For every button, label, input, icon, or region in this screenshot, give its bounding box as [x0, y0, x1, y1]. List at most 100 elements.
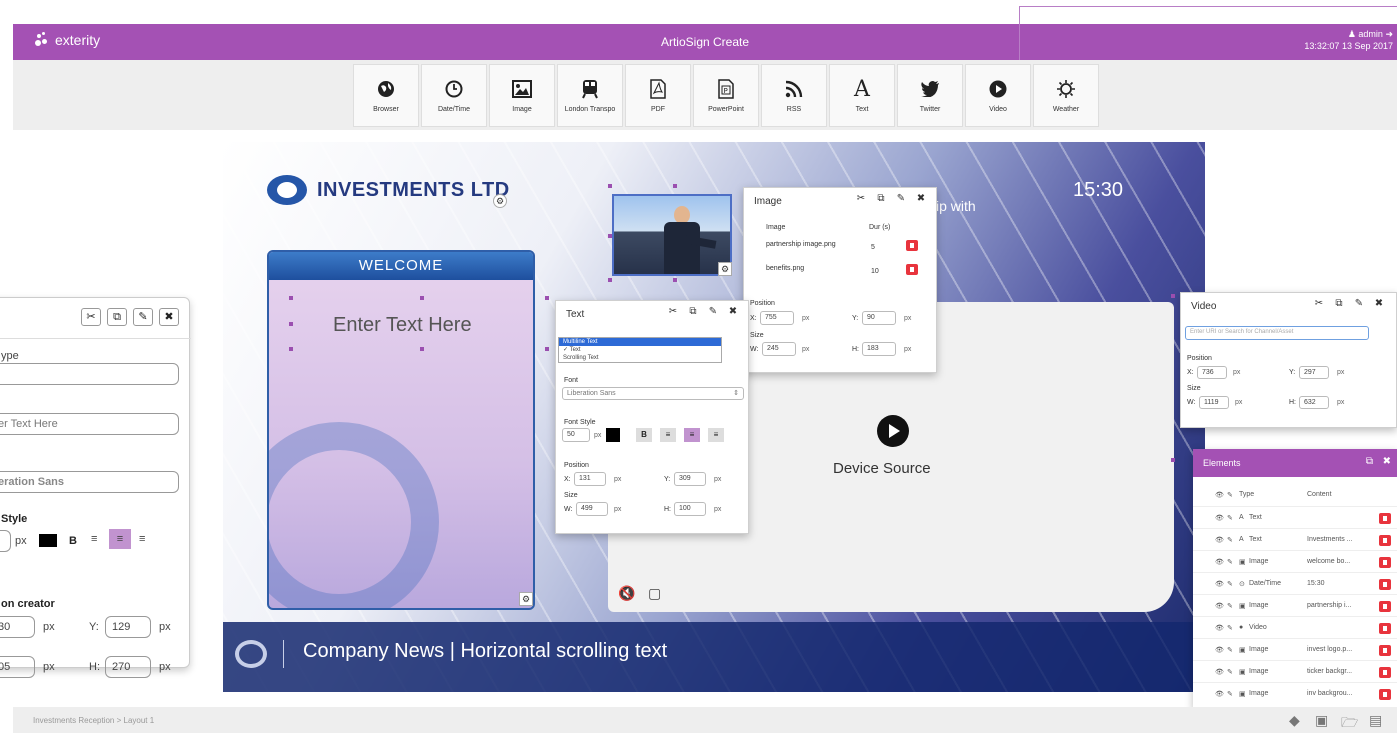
h-input[interactable]: 270	[105, 656, 151, 678]
font-select[interactable]: eration Sans	[0, 471, 179, 493]
edit-icon[interactable]: ✎	[1227, 514, 1233, 522]
edit-icon[interactable]: ✎	[894, 193, 908, 204]
tool-browser[interactable]: Browser	[353, 64, 419, 127]
edit-icon[interactable]: ✎	[1227, 668, 1233, 676]
align-right-icon[interactable]: ≡	[708, 428, 724, 442]
tool-datetime[interactable]: Date/Time	[421, 64, 487, 127]
tool-video[interactable]: Video	[965, 64, 1031, 127]
video-source-input[interactable]: Enter URI or Search for Channel/Asset	[1185, 326, 1369, 340]
tool-twitter[interactable]: Twitter	[897, 64, 963, 127]
y-input[interactable]: 90	[862, 311, 896, 325]
copy-icon[interactable]: ⧉	[107, 308, 127, 326]
element-row[interactable]: 👁 ✎ ▣ Image welcome bo...	[1193, 550, 1397, 572]
close-icon[interactable]: ✖	[1372, 298, 1386, 309]
copy-icon[interactable]: ⧉	[686, 306, 700, 317]
w-input[interactable]: 245	[762, 342, 796, 356]
copy-icon[interactable]: ⧉	[1332, 298, 1346, 309]
eye-icon[interactable]: 👁	[1215, 668, 1224, 676]
align-right-icon[interactable]: ≡	[139, 533, 145, 545]
close-icon[interactable]: ✖	[726, 306, 740, 317]
tool-powerpoint[interactable]: P PowerPoint	[693, 64, 759, 127]
font-select[interactable]: Liberation Sans ⇕	[562, 387, 744, 400]
text-color-swatch[interactable]	[606, 428, 620, 442]
resize-handle[interactable]	[545, 296, 549, 300]
resize-handle[interactable]	[420, 296, 424, 300]
type-select[interactable]	[0, 363, 179, 385]
delete-icon[interactable]	[906, 264, 918, 275]
delete-icon[interactable]	[1379, 513, 1391, 524]
edit-icon[interactable]: ✎	[1227, 690, 1233, 698]
eye-icon[interactable]: 👁	[1215, 602, 1224, 610]
align-left-icon[interactable]: ≡	[91, 533, 97, 545]
bold-button[interactable]: B	[69, 535, 77, 547]
h-input[interactable]: 183	[862, 342, 896, 356]
resize-handle[interactable]	[673, 184, 677, 188]
resize-handle[interactable]	[608, 278, 612, 282]
align-left-icon[interactable]: ≡	[660, 428, 676, 442]
edit-icon[interactable]: ✎	[133, 308, 153, 326]
open-folder-icon[interactable]: 🗁	[1341, 712, 1358, 733]
resize-handle[interactable]	[289, 296, 293, 300]
x-input[interactable]: 30	[0, 616, 35, 638]
eye-icon[interactable]: 👁	[1215, 624, 1224, 632]
image-settings-icon[interactable]: ⚙	[718, 262, 732, 276]
cut-icon[interactable]: ✂	[666, 306, 680, 317]
resize-handle[interactable]	[1171, 294, 1175, 298]
y-input[interactable]: 297	[1299, 366, 1329, 379]
partnership-text[interactable]: ip with	[936, 198, 976, 214]
edit-icon[interactable]: ✎	[1227, 536, 1233, 544]
delete-icon[interactable]	[906, 240, 918, 251]
tool-image[interactable]: Image	[489, 64, 555, 127]
text-input[interactable]: er Text Here	[0, 413, 179, 435]
resize-handle[interactable]	[420, 347, 424, 351]
y-input[interactable]: 309	[674, 472, 706, 486]
eye-icon[interactable]: 👁	[1215, 558, 1224, 566]
tool-pdf[interactable]: PDF	[625, 64, 691, 127]
delete-icon[interactable]	[1379, 667, 1391, 678]
x-input[interactable]: 736	[1197, 366, 1227, 379]
cut-icon[interactable]: ✂	[1312, 298, 1326, 309]
eye-icon[interactable]: 👁	[1215, 580, 1224, 588]
company-logo[interactable]: INVESTMENTS LTD	[267, 175, 510, 205]
w-input[interactable]: 1119	[1199, 396, 1229, 409]
resize-handle[interactable]	[608, 234, 612, 238]
edit-icon[interactable]: ✎	[706, 306, 720, 317]
tool-text[interactable]: A Text	[829, 64, 895, 127]
save-icon[interactable]: ▤	[1369, 712, 1382, 729]
ticker-bar[interactable]: Company News | Horizontal scrolling text	[223, 622, 1205, 692]
h-input[interactable]: 632	[1299, 396, 1329, 409]
text-type-dropdown[interactable]: Multiline Text ✓ Text Scrolling Text	[558, 337, 722, 363]
delete-icon[interactable]	[1379, 535, 1391, 546]
no-signal-icon[interactable]: ▢	[648, 585, 661, 602]
cut-icon[interactable]: ✂	[81, 308, 101, 326]
delete-icon[interactable]	[1379, 579, 1391, 590]
welcome-settings-icon[interactable]: ⚙	[519, 592, 533, 606]
image-row-name[interactable]: benefits.png	[766, 265, 804, 272]
w-input[interactable]: 499	[576, 502, 608, 516]
dropdown-option[interactable]: Scrolling Text	[559, 354, 721, 362]
element-row[interactable]: 👁 ✎ ● Video	[1193, 616, 1397, 638]
copy-icon[interactable]: ⧉	[874, 193, 888, 204]
eye-icon[interactable]: 👁	[1215, 536, 1224, 544]
delete-icon[interactable]	[1379, 601, 1391, 612]
edit-icon[interactable]: ✎	[1227, 624, 1233, 632]
dropdown-option[interactable]: Multiline Text	[559, 338, 721, 346]
resize-handle[interactable]	[608, 184, 612, 188]
resize-handle[interactable]	[1171, 458, 1175, 462]
resize-handle[interactable]	[289, 347, 293, 351]
element-row[interactable]: 👁 ✎ ▣ Image inv backgrou...	[1193, 682, 1397, 704]
element-row[interactable]: 👁 ✎ ▣ Image partnership i...	[1193, 594, 1397, 616]
bold-button[interactable]: B	[636, 428, 652, 442]
resize-handle[interactable]	[289, 322, 293, 326]
x-input[interactable]: 755	[760, 311, 794, 325]
resize-handle[interactable]	[673, 278, 677, 282]
preview-icon[interactable]: ▣	[1315, 712, 1328, 729]
delete-icon[interactable]	[1379, 645, 1391, 656]
element-row[interactable]: 👁 ✎ ⊙ Date/Time 15:30	[1193, 572, 1397, 594]
align-center-icon[interactable]: ≡	[109, 529, 131, 549]
element-row[interactable]: 👁 ✎ ▣ Image ticker backgr...	[1193, 660, 1397, 682]
eye-icon[interactable]: 👁	[1215, 514, 1224, 522]
edit-icon[interactable]: ✎	[1352, 298, 1366, 309]
x-input[interactable]: 131	[574, 472, 606, 486]
tool-weather[interactable]: Weather	[1033, 64, 1099, 127]
